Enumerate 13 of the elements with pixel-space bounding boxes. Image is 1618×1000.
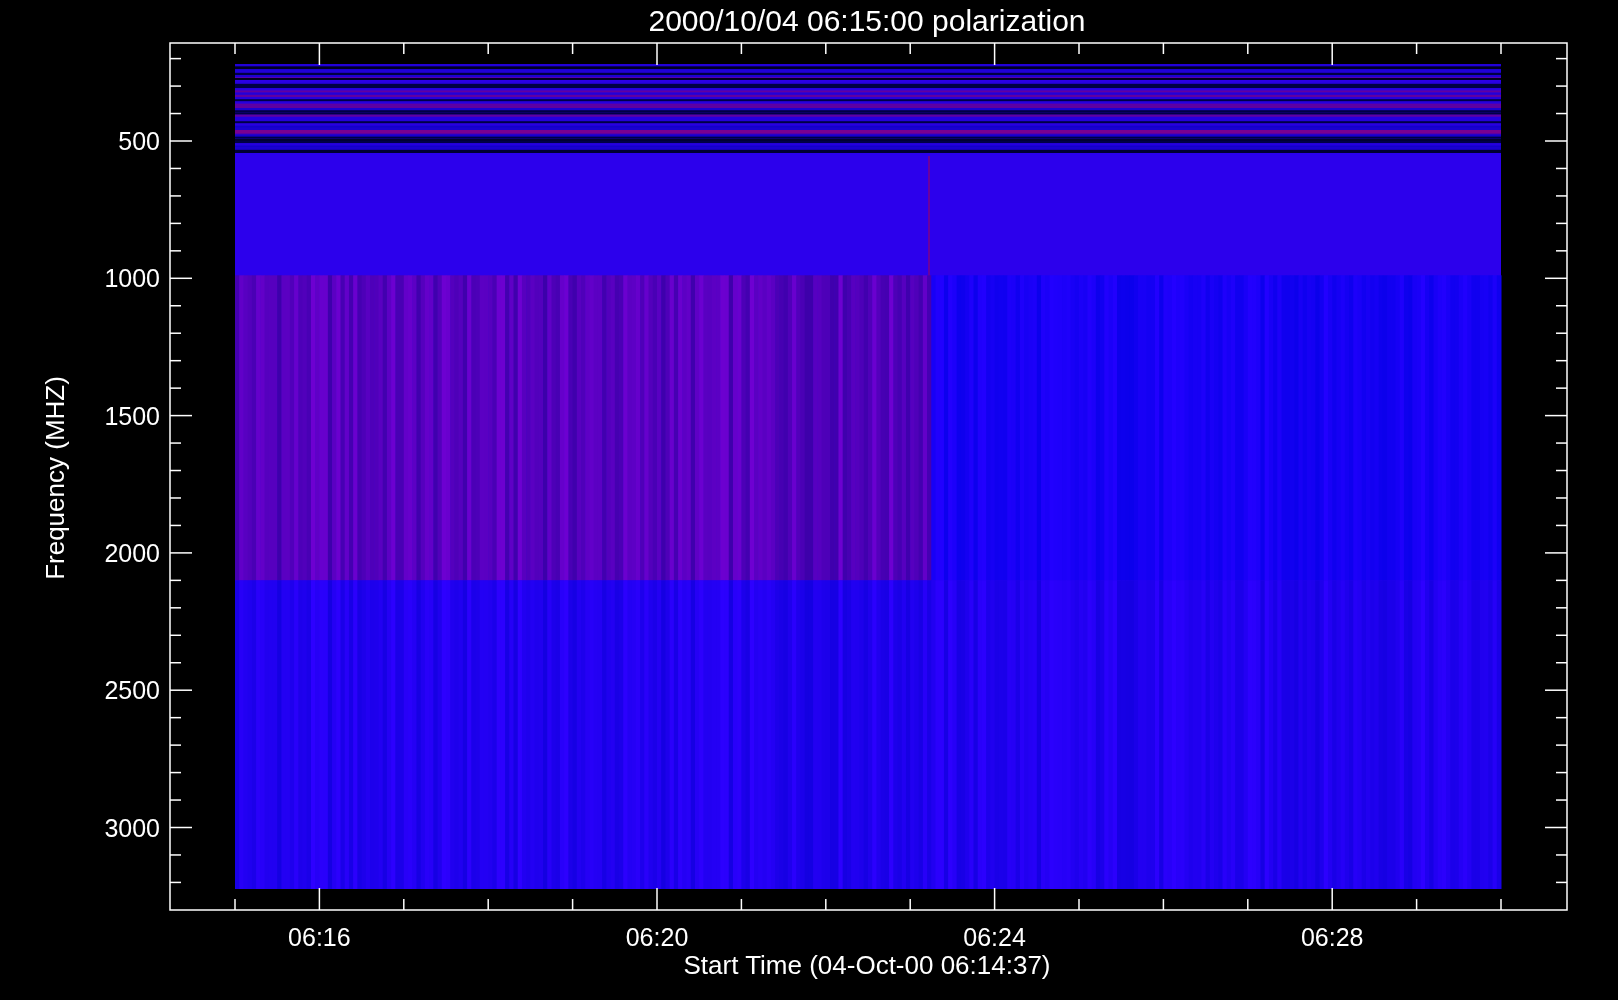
x-axis-label: Start Time (04-Oct-00 06:14:37) (683, 950, 1051, 980)
y-axis-label: Frequency (MHZ) (40, 376, 70, 580)
y-tick-label: 500 (118, 127, 160, 155)
y-tick-label: 2500 (104, 676, 160, 705)
x-tick-label: 06:16 (288, 923, 351, 951)
y-tick-label: 1500 (104, 401, 160, 430)
y-tick-label: 2000 (104, 538, 160, 567)
x-tick-label: 06:24 (963, 923, 1026, 951)
y-tick-label: 3000 (104, 813, 160, 842)
x-tick-label: 06:20 (625, 923, 689, 951)
chart-title: 2000/10/04 06:15:00 polarization (648, 4, 1086, 37)
x-tick-label: 06:28 (1300, 923, 1364, 951)
y-tick-label: 1000 (104, 264, 160, 293)
